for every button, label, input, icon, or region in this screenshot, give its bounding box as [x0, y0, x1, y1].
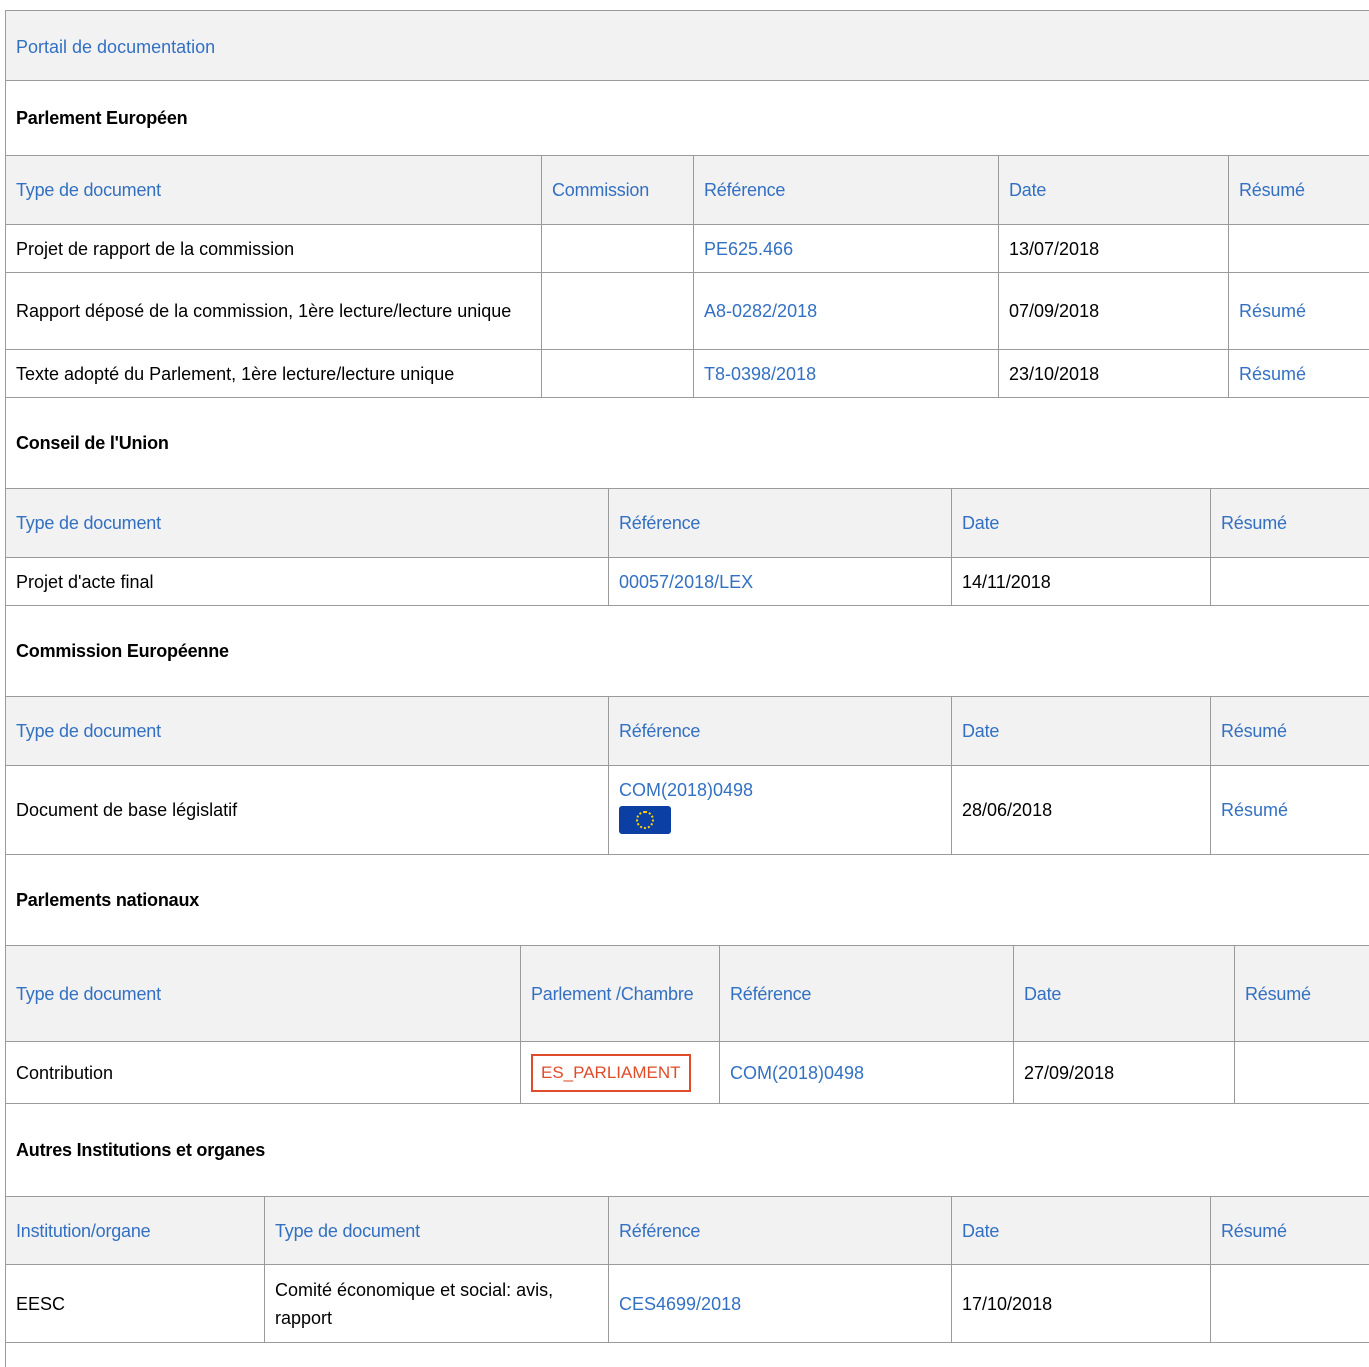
col-header-date[interactable]: Date: [951, 488, 1211, 558]
committee: [541, 272, 694, 350]
col-header-summary[interactable]: Résumé: [1210, 1196, 1369, 1265]
chamber-badge[interactable]: ES_PARLIAMENT: [531, 1053, 691, 1092]
institution: EESC: [5, 1264, 265, 1343]
summary-link[interactable]: Résumé: [1239, 364, 1306, 384]
doc-type: Texte adopté du Parlement, 1ère lecture/…: [5, 349, 542, 398]
table-header-row: Type de document Parlement /Chambre Réfé…: [5, 945, 1369, 1042]
table-header-row: Institution/organe Type de document Réfé…: [5, 1196, 1369, 1265]
col-header-summary[interactable]: Résumé: [1210, 696, 1369, 766]
table-council: Type de document Référence Date Résumé P…: [5, 488, 1369, 606]
reference-link[interactable]: CES4699/2018: [619, 1294, 741, 1314]
reference-link[interactable]: COM(2018)0498: [619, 780, 753, 800]
col-header-summary[interactable]: Résumé: [1228, 155, 1369, 225]
doc-type: Document de base législatif: [5, 765, 609, 855]
col-header-type[interactable]: Type de document: [5, 945, 521, 1042]
doc-date: 14/11/2018: [951, 557, 1211, 606]
summary-link[interactable]: Résumé: [1221, 800, 1288, 820]
reference-link[interactable]: PE625.466: [704, 239, 793, 259]
section-title-national: Parlements nationaux: [16, 890, 200, 910]
table-national: Type de document Parlement /Chambre Réfé…: [5, 945, 1369, 1104]
doc-date: 23/10/2018: [998, 349, 1229, 398]
doc-type: Projet de rapport de la commission: [5, 224, 542, 273]
doc-date: 17/10/2018: [951, 1264, 1211, 1343]
col-header-date[interactable]: Date: [998, 155, 1229, 225]
table-other: Institution/organe Type de document Réfé…: [5, 1196, 1369, 1343]
portal-title-link[interactable]: Portail de documentation: [16, 37, 215, 57]
documentation-portal: Portail de documentation Parlement Europ…: [5, 10, 1369, 1367]
col-header-reference[interactable]: Référence: [608, 696, 952, 766]
reference-link[interactable]: COM(2018)0498: [730, 1063, 864, 1083]
table-header-row: Type de document Commission Référence Da…: [5, 155, 1369, 225]
summary-link[interactable]: Résumé: [1239, 301, 1306, 321]
section-title-ep: Parlement Européen: [16, 108, 188, 128]
doc-date: 13/07/2018: [998, 224, 1229, 273]
doc-type: Comité économique et social: avis, rappo…: [264, 1264, 609, 1343]
col-header-type[interactable]: Type de document: [264, 1196, 609, 1265]
table-row: Projet d'acte final 00057/2018/LEX 14/11…: [5, 557, 1369, 606]
col-header-reference[interactable]: Référence: [693, 155, 999, 225]
doc-date: 07/09/2018: [998, 272, 1229, 350]
doc-date: 27/09/2018: [1013, 1041, 1235, 1104]
doc-type: Projet d'acte final: [5, 557, 609, 606]
col-header-chamber[interactable]: Parlement /Chambre: [520, 945, 720, 1042]
col-header-institution[interactable]: Institution/organe: [5, 1196, 265, 1265]
doc-type: Contribution: [5, 1041, 521, 1104]
portal-header: Portail de documentation: [6, 11, 1369, 81]
col-header-summary[interactable]: Résumé: [1210, 488, 1369, 558]
doc-type: Rapport déposé de la commission, 1ère le…: [5, 272, 542, 350]
doc-date: 28/06/2018: [951, 765, 1211, 855]
col-header-reference[interactable]: Référence: [608, 1196, 952, 1265]
table-row: Texte adopté du Parlement, 1ère lecture/…: [5, 349, 1369, 398]
section-title-council: Conseil de l'Union: [16, 433, 169, 453]
table-ep: Type de document Commission Référence Da…: [5, 155, 1369, 398]
col-header-reference[interactable]: Référence: [608, 488, 952, 558]
table-header-row: Type de document Référence Date Résumé: [5, 488, 1369, 558]
table-row: EESC Comité économique et social: avis, …: [5, 1264, 1369, 1343]
table-row: Contribution ES_PARLIAMENT COM(2018)0498…: [5, 1041, 1369, 1104]
table-row: Rapport déposé de la commission, 1ère le…: [5, 272, 1369, 350]
committee: [541, 224, 694, 273]
col-header-summary[interactable]: Résumé: [1234, 945, 1369, 1042]
table-header-row: Type de document Référence Date Résumé: [5, 696, 1369, 766]
col-header-type[interactable]: Type de document: [5, 488, 609, 558]
col-header-date[interactable]: Date: [951, 696, 1211, 766]
col-header-date[interactable]: Date: [1013, 945, 1235, 1042]
eu-flag-icon[interactable]: [619, 806, 671, 835]
col-header-committee[interactable]: Commission: [541, 155, 694, 225]
col-header-date[interactable]: Date: [951, 1196, 1211, 1265]
table-commission: Type de document Référence Date Résumé D…: [5, 696, 1369, 855]
col-header-reference[interactable]: Référence: [719, 945, 1014, 1042]
table-row: Document de base législatif COM(2018)049…: [5, 765, 1369, 855]
section-title-commission: Commission Européenne: [16, 641, 229, 661]
reference-link[interactable]: A8-0282/2018: [704, 301, 817, 321]
col-header-type[interactable]: Type de document: [5, 155, 542, 225]
committee: [541, 349, 694, 398]
section-title-other: Autres Institutions et organes: [16, 1140, 266, 1160]
col-header-type[interactable]: Type de document: [5, 696, 609, 766]
reference-link[interactable]: T8-0398/2018: [704, 364, 816, 384]
table-row: Projet de rapport de la commission PE625…: [5, 224, 1369, 273]
reference-link[interactable]: 00057/2018/LEX: [619, 572, 753, 592]
